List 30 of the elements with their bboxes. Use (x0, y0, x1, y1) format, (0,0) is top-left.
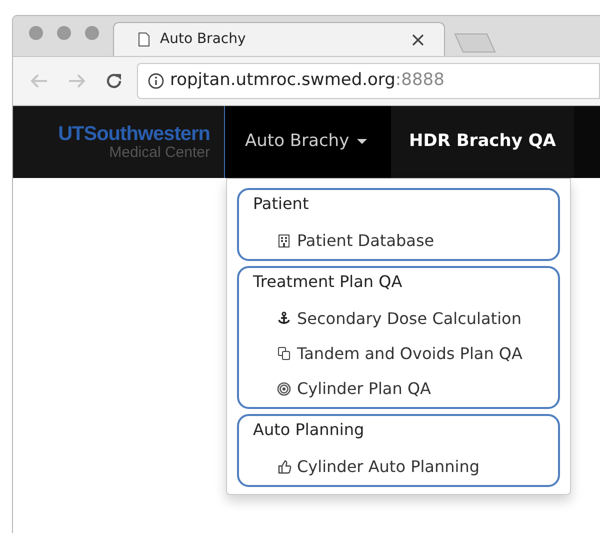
menu-item[interactable]: Secondary Dose Calculation (253, 301, 544, 336)
menu-header: Treatment Plan QA (253, 271, 404, 293)
menu-header: Auto Planning (253, 419, 366, 441)
target-icon (277, 380, 292, 396)
menu-item[interactable]: Patient Database (253, 223, 544, 258)
menu-item[interactable]: Cylinder Auto Planning (253, 449, 544, 484)
menu-item[interactable]: Cylinder Plan QA (253, 371, 544, 406)
nav-link[interactable]: Auto Brachy (225, 106, 391, 178)
tab-title: Auto Brachy (160, 30, 247, 49)
url-text: ropjtan.utmroc.swmed.org:8888 (170, 69, 444, 92)
forward-icon[interactable] (67, 73, 87, 89)
info-icon (148, 73, 164, 89)
reload-icon[interactable] (105, 72, 123, 90)
building-icon (277, 232, 292, 248)
anchor-icon (277, 310, 292, 326)
nav-link[interactable]: HDR Brachy QA (391, 106, 574, 178)
back-icon[interactable] (29, 73, 49, 89)
close-icon[interactable] (412, 34, 424, 46)
thumbs-up-icon (277, 458, 292, 474)
window-control-icon[interactable] (29, 26, 43, 40)
menu-item[interactable]: Tandem and Ovoids Plan QA (253, 336, 544, 371)
window-control-icon[interactable] (85, 26, 99, 40)
address-field[interactable]: ropjtan.utmroc.swmed.org:8888 (137, 63, 600, 99)
caret-icon (357, 139, 368, 145)
window-control-icon[interactable] (57, 26, 71, 40)
browser-tab[interactable]: Auto Brachy (113, 22, 445, 56)
document-icon (138, 32, 150, 47)
new-tab-icon[interactable] (453, 33, 497, 53)
menu-header: Patient (253, 193, 310, 215)
copy-icon (277, 346, 292, 362)
